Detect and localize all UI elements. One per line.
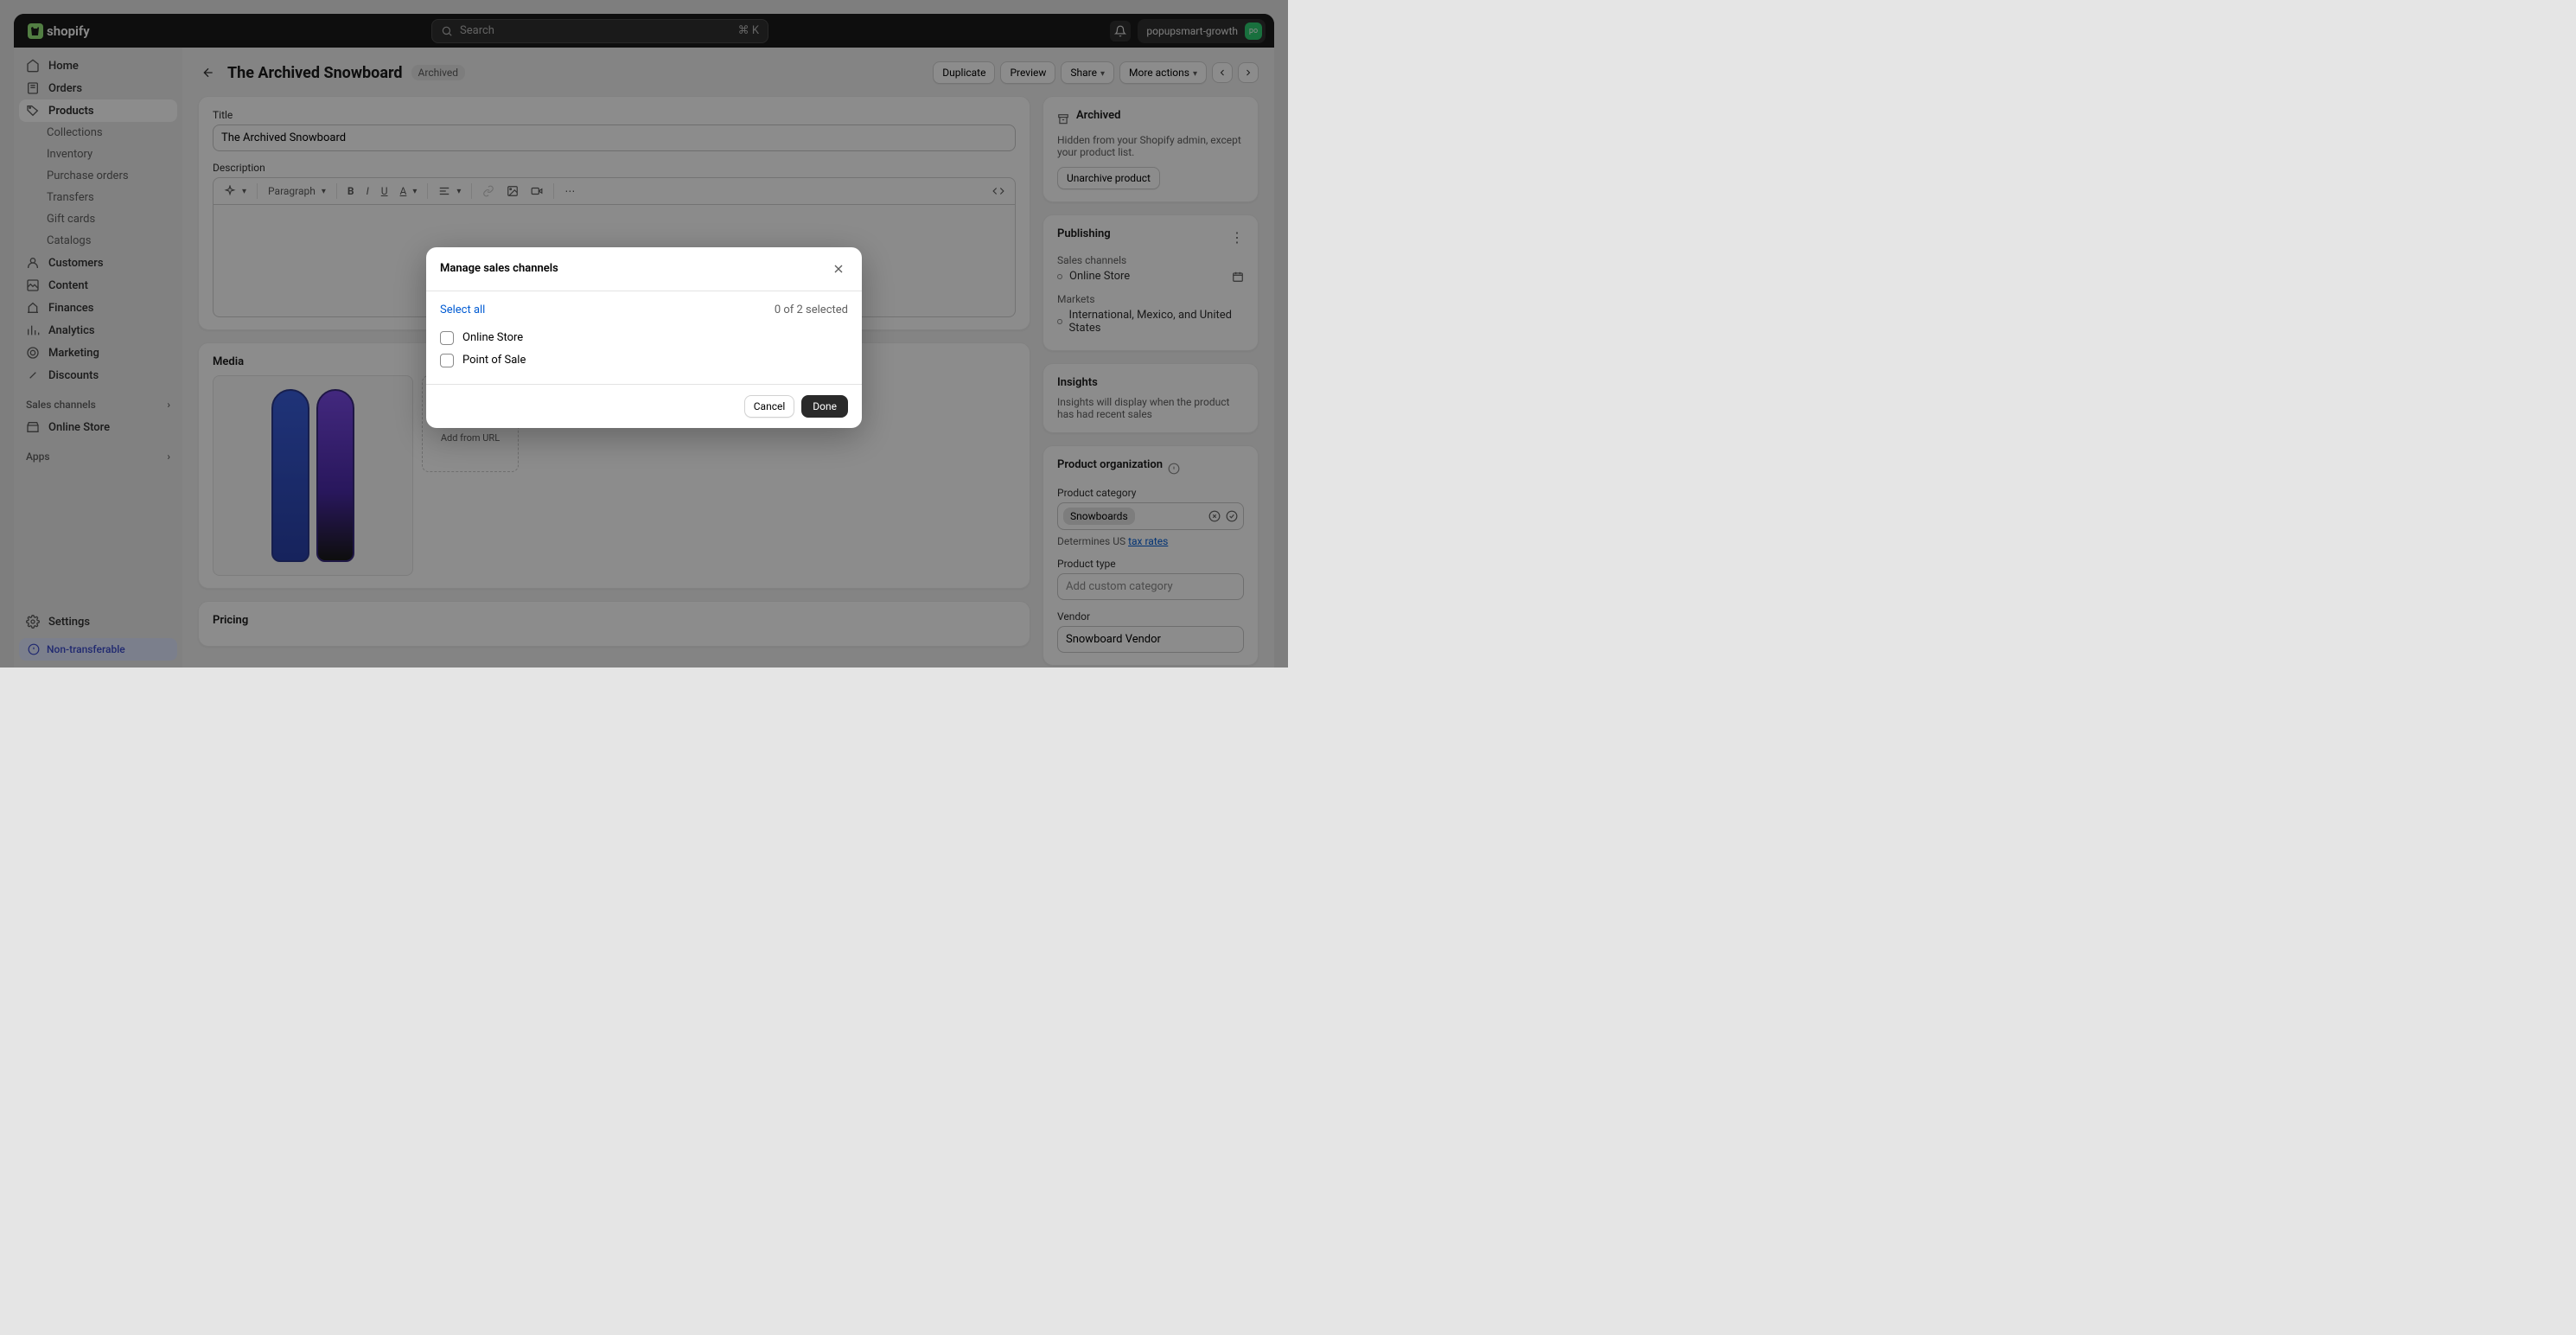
modal-overlay[interactable]: Manage sales channels Select all 0 of 2 … [0,0,1288,668]
selection-count: 0 of 2 selected [775,303,848,316]
channel-option-online-store[interactable]: Online Store [440,327,848,349]
checkbox[interactable] [440,331,454,345]
cancel-button[interactable]: Cancel [744,395,795,418]
channel-option-point-of-sale[interactable]: Point of Sale [440,349,848,372]
checkbox[interactable] [440,354,454,367]
manage-sales-channels-modal: Manage sales channels Select all 0 of 2 … [426,247,862,428]
select-all-link[interactable]: Select all [440,303,485,316]
close-button[interactable] [829,259,848,278]
close-icon [832,262,845,276]
done-button[interactable]: Done [801,395,848,418]
modal-title: Manage sales channels [440,262,558,275]
